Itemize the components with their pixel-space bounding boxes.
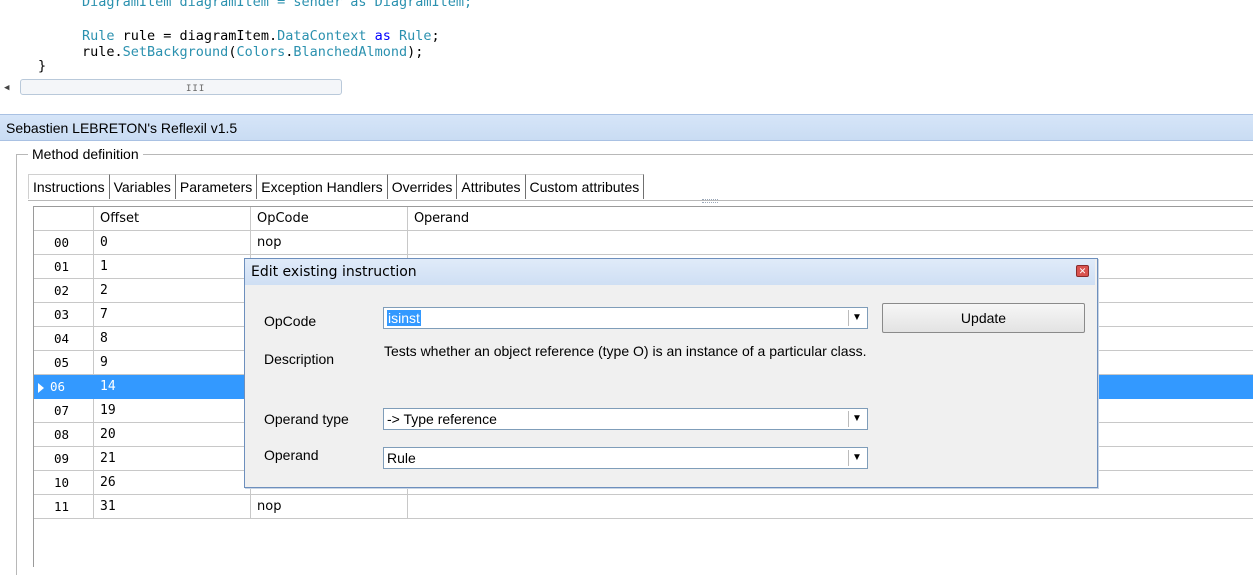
group-label: Method definition [28,146,143,162]
offset-cell[interactable]: 8 [94,327,251,351]
code-editor[interactable]: DiagramItem diagramItem = sender as Diag… [0,0,1253,100]
offset-cell[interactable]: 21 [94,447,251,471]
tab-bar: Instructions Variables Parameters Except… [28,174,645,200]
code-token: Colors [236,44,286,60]
offset-cell[interactable]: 0 [94,231,251,255]
offset-cell[interactable]: 9 [94,351,251,375]
tab-overrides[interactable]: Overrides [387,174,458,199]
opcode-value: isinst [387,310,421,326]
scroll-left-arrow-icon[interactable]: ◀ [4,80,9,96]
offset-cell[interactable]: 19 [94,399,251,423]
tab-divider [28,200,1253,201]
column-header-offset[interactable]: Offset [94,207,251,231]
row-index-label: 06 [50,379,66,394]
offset-cell[interactable]: 14 [94,375,251,399]
code-token: rule. [82,44,123,60]
edit-instruction-dialog: Edit existing instruction ✕ OpCode isins… [244,258,1098,488]
code-token: SetBackground [122,44,229,60]
chevron-down-icon[interactable]: ▼ [848,411,865,427]
code-token: ; [431,28,440,44]
offset-cell[interactable]: 2 [94,279,251,303]
row-index[interactable]: 01 [34,255,94,279]
operand-type-label: Operand type [264,411,349,427]
code-token: BlanchedAlmond [293,44,408,60]
tab-instructions[interactable]: Instructions [28,174,110,199]
table-row[interactable]: 11 31 nop [34,495,1253,519]
code-token: Rule [82,28,115,44]
row-index[interactable]: 04 [34,327,94,351]
opcode-combobox[interactable]: isinst ▼ [383,307,868,329]
column-header-opcode[interactable]: OpCode [251,207,408,231]
code-line-1: DiagramItem diagramItem = sender as Diag… [82,0,473,10]
code-token: ); [407,44,424,60]
operand-cell[interactable] [408,495,1253,519]
offset-cell[interactable]: 1 [94,255,251,279]
operand-type-value: -> Type reference [387,411,497,427]
opcode-cell[interactable]: nop [251,231,408,255]
operand-combobox[interactable]: Rule ▼ [383,447,868,469]
row-index[interactable]: 00 [34,231,94,255]
opcode-label: OpCode [264,313,317,329]
description-text: Tests whether an object reference (type … [384,343,867,359]
tab-parameters[interactable]: Parameters [175,174,258,199]
tab-exception-handlers[interactable]: Exception Handlers [257,174,388,199]
code-line-4: } [38,58,47,74]
operand-label: Operand [264,447,319,463]
operand-type-combobox[interactable]: -> Type reference ▼ [383,408,868,430]
tab-attributes[interactable]: Attributes [457,174,526,199]
row-index[interactable]: 10 [34,471,94,495]
scrollbar-grip[interactable]: III [186,81,205,97]
row-index[interactable]: 05 [34,351,94,375]
code-token: rule = diagramItem. [114,28,278,44]
update-button[interactable]: Update [882,303,1085,333]
opcode-cell[interactable]: nop [251,495,408,519]
tab-variables[interactable]: Variables [109,174,176,199]
row-index[interactable]: 08 [34,423,94,447]
grid-header: Offset OpCode Operand [34,207,1253,231]
code-token: as [374,28,391,44]
code-token: Rule [399,28,432,44]
operand-cell[interactable] [408,231,1253,255]
offset-cell[interactable]: 20 [94,423,251,447]
panel-splitter[interactable] [0,98,1253,203]
offset-cell[interactable]: 7 [94,303,251,327]
offset-cell[interactable]: 31 [94,495,251,519]
offset-cell[interactable]: 26 [94,471,251,495]
row-index[interactable]: 07 [34,399,94,423]
horizontal-scrollbar[interactable] [20,79,342,95]
code-line-3: rule.SetBackground(Colors.BlanchedAlmond… [82,44,423,60]
dialog-title: Edit existing instruction [245,259,1095,285]
row-index[interactable]: 09 [34,447,94,471]
close-icon[interactable]: ✕ [1076,265,1089,277]
row-index[interactable]: 02 [34,279,94,303]
chevron-down-icon[interactable]: ▼ [848,310,865,326]
row-index[interactable]: 03 [34,303,94,327]
header-corner [34,207,94,231]
column-header-operand[interactable]: Operand [408,207,1253,231]
row-index[interactable]: 11 [34,495,94,519]
code-token: DataContext [277,28,367,44]
operand-value: Rule [387,450,416,466]
row-index[interactable]: 06 [34,375,94,399]
chevron-down-icon[interactable]: ▼ [848,450,865,466]
tab-custom-attributes[interactable]: Custom attributes [525,174,645,199]
code-line-2: Rule rule = diagramItem.DataContext as R… [82,28,440,44]
table-row[interactable]: 00 0 nop [34,231,1253,255]
panel-title: Sebastien LEBRETON's Reflexil v1.5 [0,114,1253,141]
description-label: Description [264,351,335,367]
current-row-arrow-icon [38,382,44,393]
